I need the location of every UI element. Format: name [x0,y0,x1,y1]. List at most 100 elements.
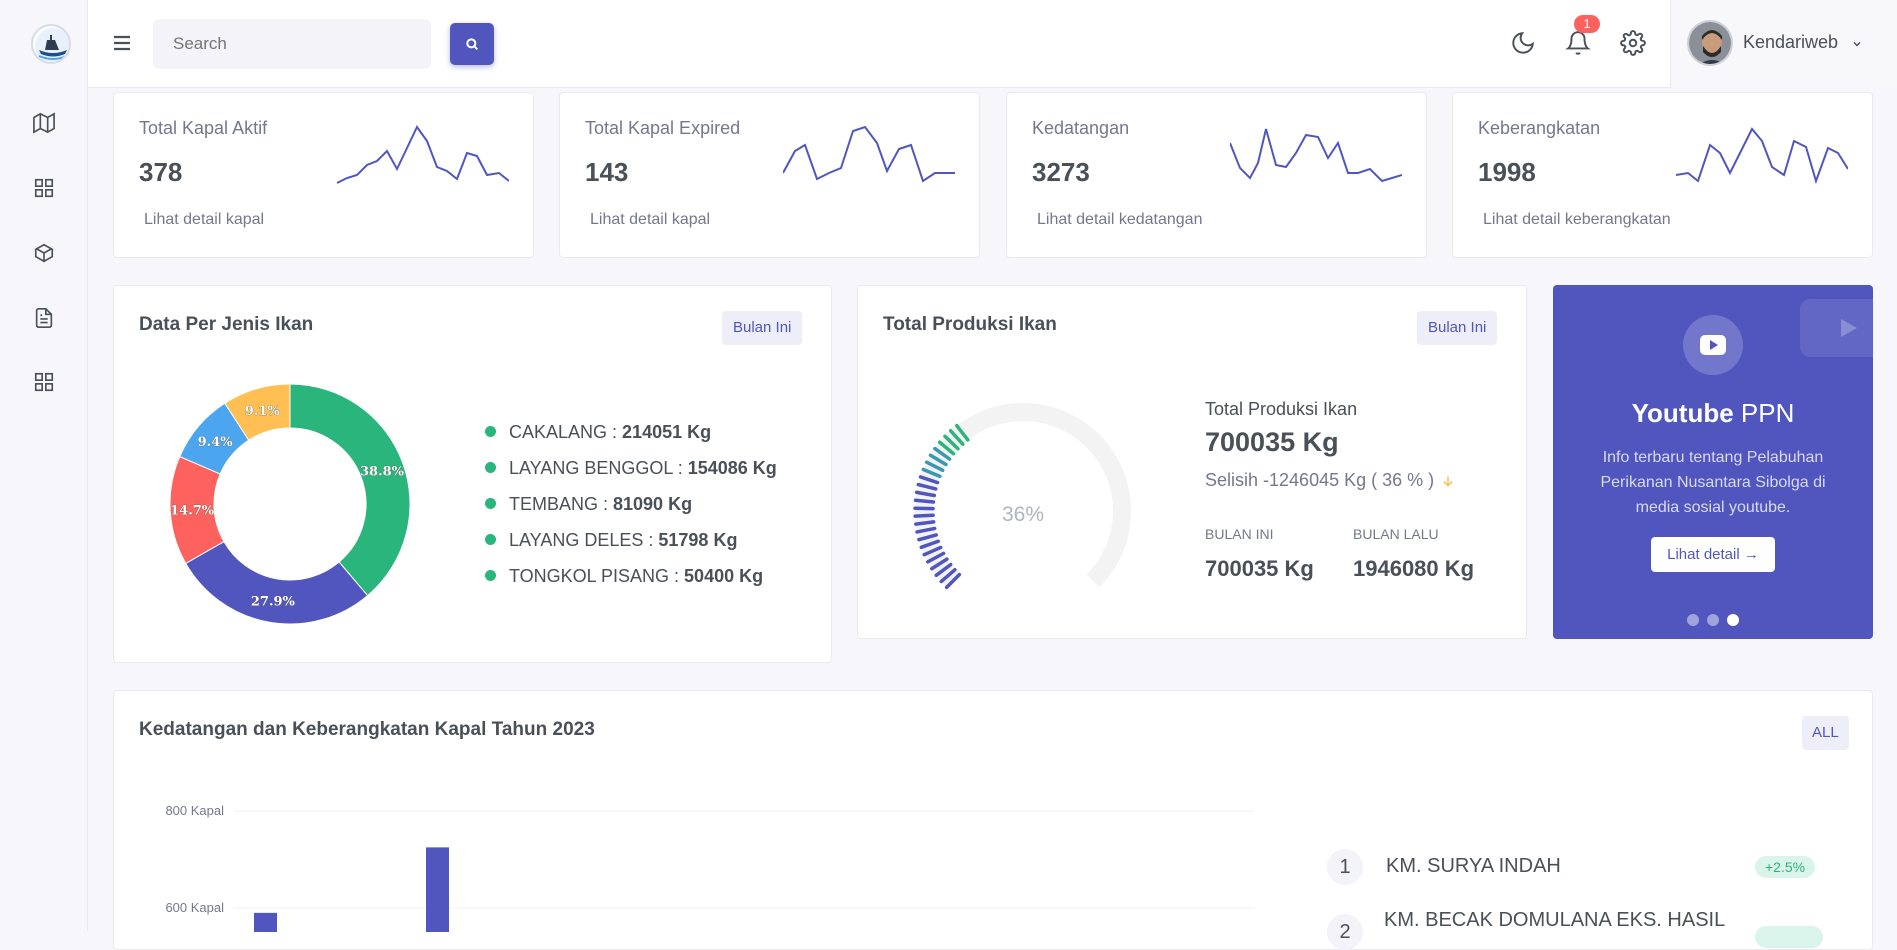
card-title: Total Produksi Ikan [883,314,1057,336]
legend-item: LAYANG DELES : 51798 Kg [485,530,737,551]
lihat-detail-button[interactable]: Lihat detail → [1651,537,1775,572]
bulan-ini-label: BULAN INI [1205,526,1273,542]
search-box [153,19,431,69]
avatar [1687,20,1733,66]
donut-chart: 38.8%27.9%14.7%9.4%9.1% [160,374,420,634]
rank-number: 2 [1327,914,1363,950]
moon-icon[interactable] [1510,30,1536,56]
slice-label: 27.9% [251,594,296,609]
stat-detail-link[interactable]: Lihat detail keberangkatan [1483,211,1671,229]
stat-value: 3273 [1032,157,1090,188]
search-button[interactable] [450,23,494,65]
produksi-total: 700035 Kg [1205,427,1339,458]
legend-dot [485,426,496,437]
produksi-label: Total Produksi Ikan [1205,399,1357,420]
bar[interactable] [254,913,277,932]
filter-bulan-ini[interactable]: Bulan Ini [1417,311,1497,345]
bulan-lalu-value: 1946080 Kg [1353,556,1474,582]
legend-item: TONGKOL PISANG : 50400 Kg [485,566,763,587]
legend-dot [485,498,496,509]
notification-badge: 1 [1574,15,1600,33]
legend-item: TEMBANG : 81090 Kg [485,494,692,515]
gauge-tick [916,500,934,502]
y-tick-label: 800 Kapal [165,803,224,818]
promo-text: Info terbaru tentang Pelabuhan Perikanan… [1583,445,1843,520]
sidebar [0,0,88,931]
donut-slice[interactable] [290,384,410,596]
play-watermark-icon [1800,299,1873,357]
slice-label: 38.8% [360,464,405,479]
carousel-dot[interactable] [1707,614,1719,626]
grid-icon[interactable] [32,176,56,200]
stat-title: Kedatangan [1032,118,1129,139]
bar-chart: 800 Kapal 600 Kapal [114,691,1264,932]
youtube-icon [1683,315,1743,375]
app-logo[interactable] [31,24,71,64]
stat-detail-link[interactable]: Lihat detail kapal [590,211,710,229]
menu-toggle-icon[interactable] [110,31,134,55]
stat-value: 143 [585,157,628,188]
legend-dot [485,462,496,473]
sparkline-chart [337,123,509,193]
chevron-down-icon [1851,38,1863,50]
filter-bulan-ini[interactable]: Bulan Ini [722,311,802,345]
stat-card-kapal-aktif: Total Kapal Aktif 378 Lihat detail kapal [113,92,534,258]
box-icon[interactable] [32,241,56,265]
arrow-right-icon: → [1744,546,1759,563]
gauge-label: 36% [1002,503,1044,526]
logo-emblem-icon [33,26,71,64]
stat-detail-link[interactable]: Lihat detail kapal [144,211,264,229]
rank-number: 1 [1327,849,1363,885]
legend-dot [485,534,496,545]
user-name: Kendariweb [1743,32,1838,53]
carousel-dot[interactable] [1687,614,1699,626]
kapal-chart-card: Kedatangan dan Keberangkatan Kapal Tahun… [113,690,1873,950]
bar[interactable] [426,847,449,932]
bell-icon[interactable] [1565,30,1591,56]
apps-icon[interactable] [32,370,56,394]
stat-card-keberangkatan: Keberangkatan 1998 Lihat detail keberang… [1452,92,1873,258]
sparkline-chart [1676,123,1848,193]
jenis-ikan-card: Data Per Jenis Ikan Bulan Ini 38.8% 27.9%… [113,285,832,663]
kapal-name[interactable]: KM. SURYA INDAH [1386,855,1561,878]
stat-title: Total Kapal Expired [585,118,740,139]
promo-title: Youtube PPN [1553,398,1873,429]
produksi-card: Total Produksi Ikan Bulan Ini 36% Total … [857,285,1527,639]
carousel-dot-active[interactable] [1727,614,1739,626]
stat-detail-link[interactable]: Lihat detail kedatangan [1037,211,1202,229]
legend-item: LAYANG BENGGOL : 154086 Kg [485,458,777,479]
bulan-lalu-label: BULAN LALU [1353,526,1439,542]
gauge-track [924,412,1122,581]
kapal-name[interactable]: KM. BECAK DOMULANA EKS. HASIL [1384,909,1725,932]
slice-label: 9.1% [245,404,281,419]
stat-title: Total Kapal Aktif [139,118,267,139]
filter-all[interactable]: ALL [1802,716,1849,750]
search-icon [464,36,480,52]
user-menu[interactable]: Kendariweb [1670,0,1897,88]
gear-icon[interactable] [1620,30,1646,56]
change-badge: +2.5% [1755,856,1815,878]
sparkline-chart [783,123,955,193]
gauge-chart: 36% [908,396,1138,626]
legend-dot [485,570,496,581]
stat-value: 1998 [1478,157,1536,188]
stat-title: Keberangkatan [1478,118,1600,139]
donut-slice[interactable] [186,542,368,624]
bulan-ini-value: 700035 Kg [1205,556,1314,582]
sparkline-chart [1230,123,1402,193]
arrow-down-icon [1441,473,1455,489]
search-input[interactable] [153,19,383,69]
gauge-tick [916,522,934,524]
stat-card-kapal-expired: Total Kapal Expired 143 Lihat detail kap… [559,92,980,258]
youtube-promo-card: Youtube PPN Info terbaru tentang Pelabuh… [1553,285,1873,639]
gauge-tick [915,515,933,516]
map-icon[interactable] [32,111,56,135]
card-title: Data Per Jenis Ikan [139,314,313,336]
file-text-icon[interactable] [32,306,56,330]
topbar: 1 Kendariweb [88,0,1897,88]
stat-card-kedatangan: Kedatangan 3273 Lihat detail kedatangan [1006,92,1427,258]
y-tick-label: 600 Kapal [165,900,224,915]
produksi-selisih: Selisih -1246045 Kg ( 36 % ) [1205,470,1434,491]
change-badge [1755,926,1823,948]
slice-label: 9.4% [198,435,234,450]
